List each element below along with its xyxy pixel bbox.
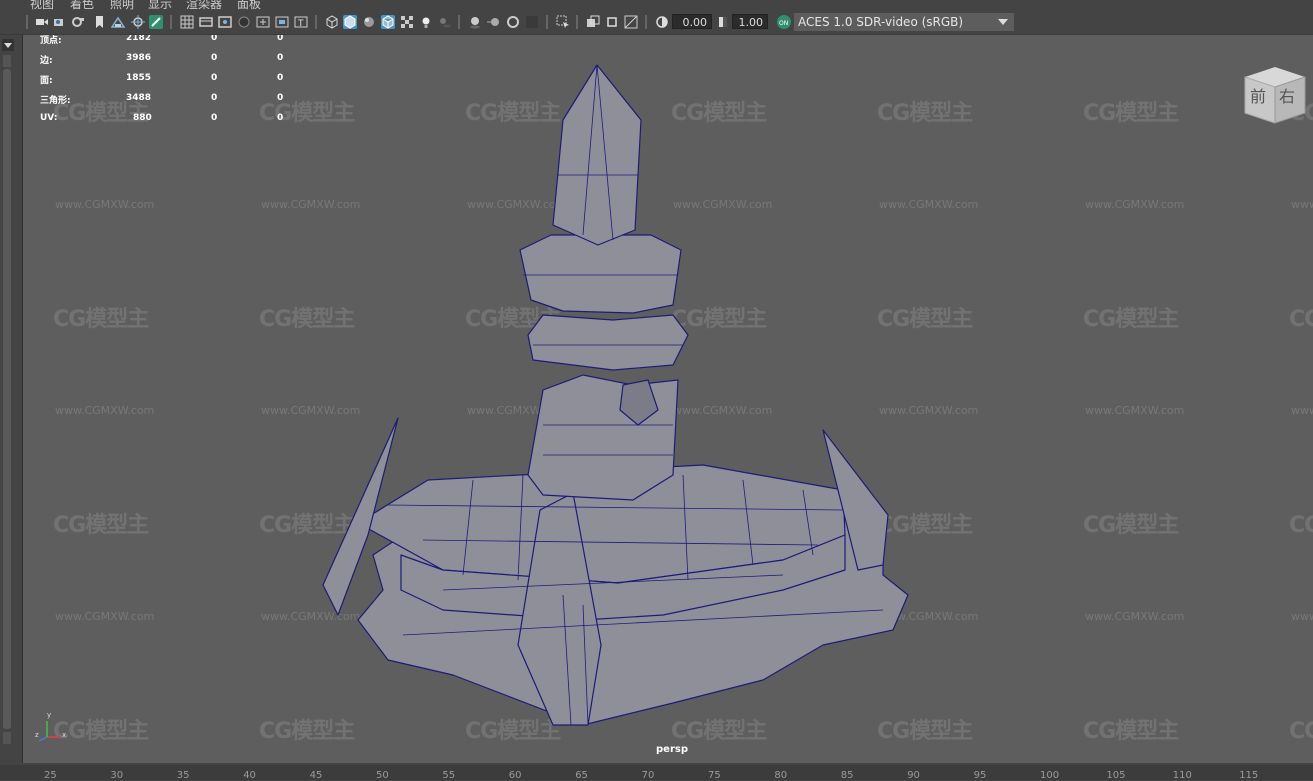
panel-menu-bar: 视图 着色 照明 显示 渲染器 面板 [0,0,1313,10]
ruler-tick-label: 75 [708,770,721,781]
anti-aliasing-icon[interactable] [506,15,520,29]
ruler-tick-label: 85 [840,770,854,781]
exposure-icon[interactable] [655,15,669,29]
xray-active-icon[interactable] [605,15,619,29]
axis-y-label: y [47,711,52,719]
ruler-tick-label: 45 [309,770,323,781]
ruler-tick-label: 50 [376,770,389,781]
motion-blur-icon[interactable] [487,15,501,29]
safe-action-icon[interactable] [275,15,289,29]
select-camera-icon[interactable] [35,15,49,29]
axis-z-label: z [35,731,39,739]
ruler-tick-label: 25 [44,770,57,781]
ruler-tick-label: 40 [243,770,256,781]
gamma-icon[interactable] [716,15,730,29]
color-management-icon[interactable]: ON [776,14,792,30]
toolbar-separator [645,15,647,29]
ruler-tick-label: 100 [1040,770,1060,781]
ruler-tick-label: 30 [110,770,124,781]
left-strip [0,35,16,750]
svg-text:ON: ON [779,20,788,27]
view-cube-right-label[interactable]: 右 [1279,83,1295,107]
screen-space-ao-icon[interactable] [468,15,482,29]
bookmark-icon[interactable] [93,15,107,29]
toolbar-separator [546,15,548,29]
menu-shading[interactable]: 着色 [70,0,94,10]
vertical-scrollbar[interactable] [3,69,11,729]
default-material-icon[interactable] [362,15,376,29]
ruler-tick-label: 110 [1172,770,1192,781]
field-chart-icon[interactable] [256,15,270,29]
view-transform-dropdown[interactable]: ACES 1.0 SDR-video (sRGB) [794,13,1014,31]
toolbar-separator [315,15,317,29]
camera-name-label: persp [656,744,688,755]
svg-text:T: T [297,19,304,29]
isolate-select-icon[interactable] [556,15,570,29]
textured-icon[interactable] [400,15,414,29]
film-gate-icon[interactable] [199,15,213,29]
gate-mask-icon[interactable] [237,15,251,29]
scroll-up-arrow[interactable] [3,55,11,67]
toolbar-separator [26,15,28,29]
menu-renderer[interactable]: 渲染器 [186,0,222,10]
ruler-tick-label: 90 [907,770,920,781]
toolbar-separator [170,15,172,29]
image-plane-icon[interactable] [111,15,125,29]
grid-icon[interactable] [180,15,194,29]
smooth-shade-icon[interactable] [343,15,357,29]
resolution-gate-icon[interactable] [218,15,232,29]
use-all-lights-icon[interactable] [419,15,433,29]
shadows-icon[interactable] [438,15,452,29]
menu-lighting[interactable]: 照明 [110,0,134,10]
menu-show[interactable]: 显示 [148,0,172,10]
camera-attributes-icon[interactable] [53,15,67,29]
ruler-tick-label: 60 [508,770,522,781]
xray-joints-icon[interactable] [624,15,638,29]
ruler-tick-label: 95 [973,770,987,781]
panel-collapse-icon[interactable] [2,39,14,51]
ruler-tick-label: 70 [641,770,655,781]
safe-title-icon[interactable]: T [294,15,308,29]
wireframe-on-shaded-icon[interactable] [381,15,395,29]
ruler-tick-label: 80 [774,770,788,781]
chevron-down-icon [998,19,1008,25]
toolbar-separator [576,15,578,29]
ruler-tick-label: 65 [575,770,588,781]
view-transform-label: ACES 1.0 SDR-video (sRGB) [798,15,964,29]
perspective-viewport[interactable]: CG模型主 CG模型主 CG模型主 CG模型主 CG模型主 CG模型主 CG模型主 CG模型主… [22,35,1313,763]
toolbar-separator [458,15,460,29]
ruler-tick-label: 105 [1106,770,1126,781]
wireframe-icon[interactable] [325,15,339,29]
ruler-tick-label: 115 [1239,770,1259,781]
view-cube-front-label[interactable]: 前 [1250,83,1266,107]
panel-toolbar: T 0.00 1.00 ON ACES 1.0 SDR-video (sRGB) [0,10,1313,35]
menu-view[interactable]: 视图 [30,0,54,10]
depth-of-field-icon[interactable] [525,15,539,29]
grease-pencil-icon[interactable] [149,15,163,29]
menu-panels[interactable]: 面板 [237,0,261,10]
tower-model-mesh[interactable] [23,35,1313,763]
axis-gizmo-icon [38,721,61,742]
scroll-down-arrow[interactable] [3,732,11,744]
bookmark-camera-icon[interactable] [71,15,85,29]
time-ruler[interactable]: 25 30 35 40 45 50 55 60 65 70 75 80 85 90 95 100 105 110 1… [0,765,1313,781]
ruler-tick-label: 35 [176,770,190,781]
2d-pan-zoom-icon[interactable] [131,15,145,29]
gamma-field[interactable]: 1.00 [732,14,768,29]
xray-icon[interactable] [586,15,600,29]
axis-x-label: x [62,731,67,739]
exposure-field[interactable]: 0.00 [672,14,712,29]
ruler-tick-label: 55 [442,770,456,781]
